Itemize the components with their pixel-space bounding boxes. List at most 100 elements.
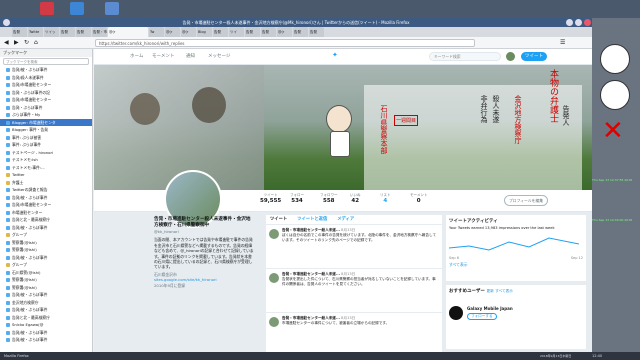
profile-stat[interactable]: フォロー 534 <box>290 193 304 204</box>
tweet-author[interactable]: 告発・市場進駐センター殺人未遂... <box>282 228 340 232</box>
avatar[interactable] <box>269 317 279 327</box>
taskbar-app[interactable]: Mozilla Firefox <box>4 352 29 360</box>
bookmark-item[interactable]: 告発/市場進駐センター <box>0 96 92 104</box>
profile-name[interactable]: 告発・市場進駐センター殺人未遂事件・金沢地方検察庁・石川県警察御中 <box>154 217 254 229</box>
recommend-refresh[interactable]: 更新 <box>487 289 494 293</box>
url-input[interactable]: https://twitter.com/kk_hironori/with_rep… <box>95 39 475 47</box>
tweet-time[interactable]: 8月13日 <box>341 228 355 232</box>
bookmark-item[interactable]: 警察署(@Ishi) <box>0 239 92 247</box>
bookmark-item[interactable]: テストページ - hironori <box>0 149 92 157</box>
home-icon[interactable]: ⌂ <box>34 39 38 46</box>
tab[interactable]: 告発 <box>76 27 91 37</box>
bookmark-item[interactable]: 告発/被・ぶらぼ事件 <box>0 66 92 74</box>
profile-handle[interactable]: @kk_hironori <box>154 229 254 234</box>
bookmark-item[interactable]: 告発と北・最高検察庁 <box>0 216 92 224</box>
twitter-bird-icon[interactable]: ✦ <box>332 51 338 59</box>
bookmark-item[interactable]: 告発/被・ぶらぼ事件 <box>0 291 92 299</box>
bookmark-item[interactable]: 市場進駐センター <box>0 209 92 217</box>
forward-icon[interactable]: ▶ <box>14 39 19 46</box>
follow-button[interactable]: フォローする <box>467 313 497 320</box>
profile-stat[interactable]: いいね 42 <box>350 193 361 204</box>
avatar[interactable] <box>506 52 515 61</box>
activity-view-all[interactable]: すべて表示 <box>449 262 583 268</box>
bookmark-item[interactable]: 事件: ぶらぼ被害 <box>0 134 92 142</box>
bookmark-folder[interactable]: 弁護士 <box>0 179 92 187</box>
bookmark-item[interactable]: 告発/被・ぶらぼ事件 <box>0 224 92 232</box>
minimize-icon[interactable] <box>566 19 573 26</box>
bookmark-item[interactable]: 石川県警(@Ishi) <box>0 269 92 277</box>
bookmark-item[interactable]: 告発/被・ぶらぼ事件 <box>0 306 92 314</box>
bookmark-item[interactable]: Twitterの調査と報告 <box>0 186 92 194</box>
bookmark-search-input[interactable]: ブックマークを検索 <box>3 58 89 65</box>
tab[interactable]: 告発 <box>245 27 260 37</box>
nav-messages[interactable]: メッセージ <box>208 53 230 59</box>
bookmark-item[interactable]: 警察署(@Ishi) <box>0 284 92 292</box>
bookmark-item[interactable]: 警察署(@Ishi) <box>0 246 92 254</box>
tab[interactable]: 告発・市場進駐 <box>92 27 107 37</box>
nav-notifications[interactable]: 通知 <box>186 53 195 59</box>
tab[interactable]: Twitte <box>28 27 43 37</box>
bookmark-folder[interactable]: Twitter <box>0 171 92 179</box>
bookmark-item[interactable]: 告発と北・最高検察庁 <box>0 314 92 322</box>
menu-icon[interactable]: ☰ <box>560 39 565 46</box>
tab[interactable]: 告発 <box>309 27 324 37</box>
tweet-time[interactable]: 8月13日 <box>341 272 355 276</box>
bookmark-folder[interactable]: グループ <box>0 261 92 269</box>
bookmark-item[interactable]: 警察署(@Ishi) <box>0 276 92 284</box>
avatar[interactable] <box>269 273 279 283</box>
bookmark-item[interactable]: Snicko Egawa(@ <box>0 321 92 329</box>
tweet[interactable]: 告発・市場進駐センター殺人未遂... 8月13日 ぼくは自分の名前でこの事件の告発… <box>266 225 442 269</box>
bookmark-item[interactable]: 告発・ぶらぼ事件の記 <box>0 89 92 97</box>
back-icon[interactable]: ◀ <box>4 39 9 46</box>
profile-stat[interactable]: ツイート 59,555 <box>260 193 281 204</box>
bookmark-item[interactable]: 告発/被・ぶらぼ事件 <box>0 194 92 202</box>
profile-stat[interactable]: リスト 4 <box>380 193 391 204</box>
avatar[interactable] <box>269 229 279 239</box>
bookmark-item[interactable]: 告発・ぶらぼ事件 <box>0 104 92 112</box>
tab[interactable]: @(r <box>165 27 180 37</box>
tab[interactable]: 告発 <box>261 27 276 37</box>
twitter-search-input[interactable]: キーワード検索 <box>429 52 501 61</box>
bookmark-item[interactable]: Blogger: 事件・告発 <box>0 126 92 134</box>
tweet-time[interactable]: 8月13日 <box>341 316 355 320</box>
timeline-tab[interactable]: ツイート <box>270 215 287 224</box>
tweet-author[interactable]: 告発・市場進駐センター殺人未遂... <box>282 272 340 276</box>
folder-icon[interactable] <box>70 2 84 15</box>
tab[interactable]: ツイッ <box>44 27 59 37</box>
tab[interactable]: 告発 <box>60 27 75 37</box>
bookmark-item[interactable]: Blogger: 市場進駐センタ <box>0 118 92 126</box>
timeline-tab[interactable]: メディア <box>337 215 354 224</box>
profile-stat[interactable]: フォロワー 558 <box>320 193 338 204</box>
tweet[interactable]: 告発・市場進駐センター殺人未遂... 8月13日 告発状を提出した件について、石川… <box>266 269 442 313</box>
bookmark-item[interactable]: 告発/被・ぶらぼ事件 <box>0 329 92 337</box>
nav-home[interactable]: ホーム <box>130 53 143 59</box>
profile-stat[interactable]: モーメント 0 <box>410 193 427 204</box>
bookmark-item[interactable]: テストメモ:Ish <box>0 156 92 164</box>
recommend-all[interactable]: すべて表示 <box>495 289 513 293</box>
bookmark-item[interactable]: 告発/殺人未遂事件 <box>0 74 92 82</box>
bookmark-item[interactable]: テストメモ:事件:... <box>0 164 92 172</box>
bookmark-item[interactable]: 事件: ぶらぼ事件 <box>0 141 92 149</box>
tab[interactable]: ツイ <box>229 27 244 37</box>
bookmark-item[interactable]: 告発/市場進駐センター <box>0 81 92 89</box>
monitor-icon[interactable] <box>105 2 119 15</box>
bookmark-item[interactable]: 告発/市場進駐センター <box>0 201 92 209</box>
bookmark-item[interactable]: 告発/被・ぶらぼ事件 <box>0 254 92 262</box>
edit-profile-button[interactable]: プロフィールを編集 <box>504 195 548 206</box>
maximize-icon[interactable] <box>575 19 582 26</box>
tab[interactable]: 告発 <box>12 27 27 37</box>
app-icon[interactable] <box>40 2 54 15</box>
bookmark-item[interactable]: 金沢地方検察庁 <box>0 299 92 307</box>
reload-icon[interactable]: ↻ <box>24 39 29 46</box>
tab[interactable]: @(r <box>108 27 148 37</box>
close-icon[interactable] <box>584 19 591 26</box>
tab[interactable]: Blog <box>197 27 212 37</box>
tweet-author[interactable]: 告発・市場進駐センター殺人未遂... <box>282 316 340 320</box>
tab[interactable]: 告発 <box>293 27 308 37</box>
tweet[interactable]: 告発・市場進駐センター殺人未遂... 8月13日 市場進駐センターの事件について、… <box>266 313 442 352</box>
bookmark-item[interactable]: ぶらぼ事件・My <box>0 111 92 119</box>
bookmark-folder[interactable]: グループ <box>0 231 92 239</box>
tab[interactable]: 告発 <box>213 27 228 37</box>
timeline-tab[interactable]: ツイートと返信 <box>297 215 327 224</box>
recommend-name[interactable]: Galaxy Mobile Japan <box>467 306 513 311</box>
